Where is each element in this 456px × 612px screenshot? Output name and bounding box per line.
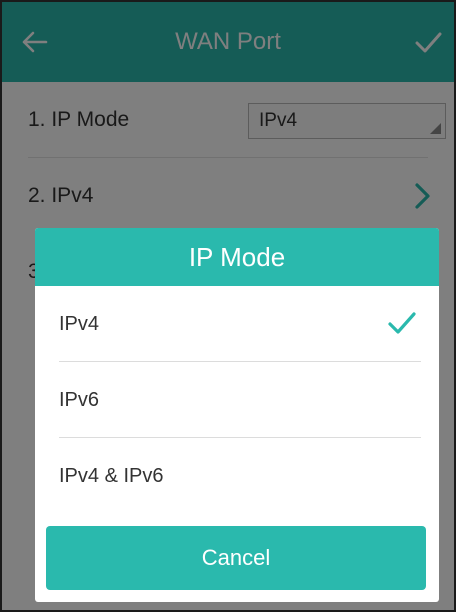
option-ipv4-ipv6[interactable]: IPv4 & IPv6 <box>35 438 439 514</box>
cancel-button[interactable]: Cancel <box>46 526 426 590</box>
option-label: IPv4 & IPv6 <box>59 465 164 487</box>
option-label: IPv6 <box>59 389 100 411</box>
dialog-title: IP Mode <box>35 228 439 286</box>
option-ipv4[interactable]: IPv4 <box>35 286 439 362</box>
option-ipv6[interactable]: IPv6 <box>35 362 439 438</box>
phone-screen: WAN Port 1. IP Mode IPv4 2. IPv4 3. IP M… <box>0 0 456 612</box>
checkmark-icon <box>388 312 416 334</box>
option-label: IPv4 <box>59 313 100 335</box>
ip-mode-dialog: IP Mode IPv4 IPv6 IPv4 & IPv6 Cancel <box>35 228 439 602</box>
